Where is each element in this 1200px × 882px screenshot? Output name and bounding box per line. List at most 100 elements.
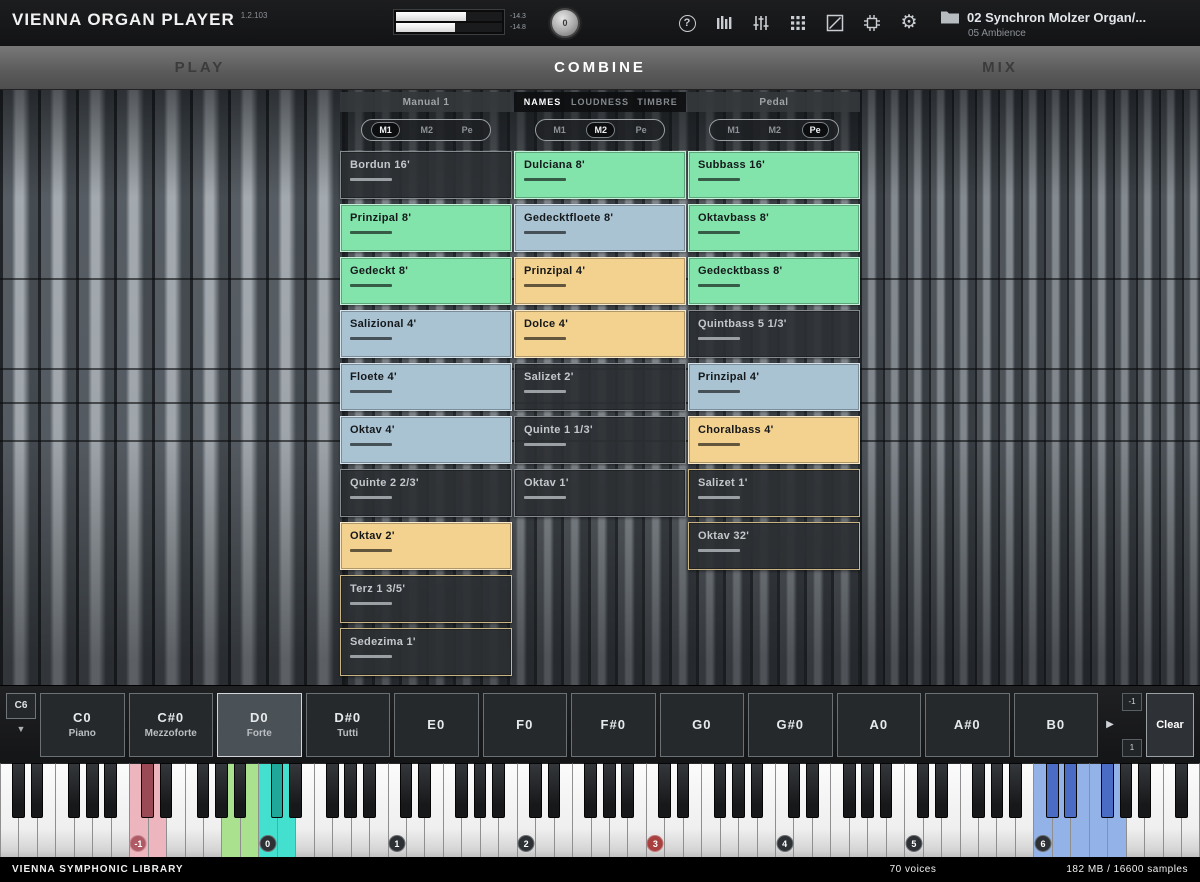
keyswitch-g0[interactable]: G0: [660, 693, 745, 757]
piano-black-key[interactable]: [326, 763, 339, 818]
matrix-grid-icon[interactable]: [788, 13, 808, 33]
preset-selector[interactable]: 02 Synchron Molzer Organ/... 05 Ambience: [940, 7, 1190, 39]
tab-pedal[interactable]: Pedal: [688, 92, 860, 112]
midi-chip-icon[interactable]: [862, 13, 882, 33]
piano-black-key[interactable]: [197, 763, 210, 818]
piano-black-key[interactable]: [714, 763, 727, 818]
piano-black-key[interactable]: [861, 763, 874, 818]
piano-black-key[interactable]: [363, 763, 376, 818]
tab-play[interactable]: PLAY: [0, 46, 400, 89]
stop-m1-salizional-4[interactable]: Salizional 4': [340, 310, 512, 358]
curve-editor-icon[interactable]: [825, 13, 845, 33]
help-icon[interactable]: ?: [677, 13, 697, 33]
stop-volume-slider[interactable]: [524, 496, 566, 499]
chevron-down-icon[interactable]: ▼: [6, 724, 36, 734]
piano-black-key[interactable]: [86, 763, 99, 818]
tab-manual-1[interactable]: Manual 1: [340, 92, 512, 112]
piano-black-key[interactable]: [1120, 763, 1133, 818]
piano-black-key[interactable]: [1138, 763, 1151, 818]
piano-black-key[interactable]: [234, 763, 247, 818]
piano-black-key[interactable]: [1009, 763, 1022, 818]
stop-volume-slider[interactable]: [698, 549, 740, 552]
keyswitch-c0[interactable]: C0Piano: [40, 693, 125, 757]
octave-shift-down-button[interactable]: 1: [1122, 739, 1142, 757]
piano-black-key[interactable]: [621, 763, 634, 818]
piano-black-key[interactable]: [160, 763, 173, 818]
stop-m2-quinte-1-1-3[interactable]: Quinte 1 1/3': [514, 416, 686, 464]
piano-black-key[interactable]: [603, 763, 616, 818]
stop-volume-slider[interactable]: [698, 231, 740, 234]
stop-pedal-subbass-16[interactable]: Subbass 16': [688, 151, 860, 199]
piano-black-key[interactable]: [215, 763, 228, 818]
stop-volume-slider[interactable]: [524, 390, 566, 393]
piano-black-key[interactable]: [732, 763, 745, 818]
piano-black-key[interactable]: [1046, 763, 1059, 818]
toggle-m2-m2[interactable]: M2: [587, 123, 614, 137]
piano-black-key[interactable]: [141, 763, 154, 818]
stop-volume-slider[interactable]: [350, 443, 392, 446]
settings-gear-icon[interactable]: ⚙: [899, 13, 919, 33]
stop-volume-slider[interactable]: [350, 337, 392, 340]
stop-volume-slider[interactable]: [698, 390, 740, 393]
piano-black-key[interactable]: [474, 763, 487, 818]
piano-black-key[interactable]: [104, 763, 117, 818]
master-volume-knob[interactable]: 0: [550, 8, 580, 38]
clear-button[interactable]: Clear: [1146, 693, 1194, 757]
stop-volume-slider[interactable]: [698, 284, 740, 287]
keyswitch-g-0[interactable]: G#0: [748, 693, 833, 757]
stop-m1-sedezima-1[interactable]: Sedezima 1': [340, 628, 512, 676]
stop-m1-floete-4[interactable]: Floete 4': [340, 363, 512, 411]
stop-volume-slider[interactable]: [698, 178, 740, 181]
stop-volume-slider[interactable]: [524, 443, 566, 446]
piano-black-key[interactable]: [271, 763, 284, 818]
keyswitch-a-0[interactable]: A#0: [925, 693, 1010, 757]
stop-volume-slider[interactable]: [524, 178, 566, 181]
stop-m2-dulciana-8[interactable]: Dulciana 8': [514, 151, 686, 199]
stop-volume-slider[interactable]: [350, 602, 392, 605]
stop-m1-bordun-16[interactable]: Bordun 16': [340, 151, 512, 199]
piano-black-key[interactable]: [1101, 763, 1114, 818]
piano-black-key[interactable]: [584, 763, 597, 818]
stop-volume-slider[interactable]: [698, 443, 740, 446]
toggle-pedal-m2[interactable]: M2: [761, 123, 788, 137]
keyswitch-c-0[interactable]: C#0Mezzoforte: [129, 693, 214, 757]
stop-m1-gedeckt-8[interactable]: Gedeckt 8': [340, 257, 512, 305]
piano-black-key[interactable]: [658, 763, 671, 818]
piano-black-key[interactable]: [677, 763, 690, 818]
stop-m2-dolce-4[interactable]: Dolce 4': [514, 310, 686, 358]
piano-black-key[interactable]: [917, 763, 930, 818]
piano-black-key[interactable]: [31, 763, 44, 818]
piano-black-key[interactable]: [1175, 763, 1188, 818]
piano-black-key[interactable]: [843, 763, 856, 818]
piano-black-key[interactable]: [935, 763, 948, 818]
stop-volume-slider[interactable]: [698, 496, 740, 499]
piano-black-key[interactable]: [418, 763, 431, 818]
stop-pedal-choralbass-4[interactable]: Choralbass 4': [688, 416, 860, 464]
piano-black-key[interactable]: [12, 763, 25, 818]
stop-m1-prinzipal-8[interactable]: Prinzipal 8': [340, 204, 512, 252]
piano-black-key[interactable]: [548, 763, 561, 818]
toggle-m1-m2[interactable]: M2: [413, 123, 440, 137]
piano-black-key[interactable]: [289, 763, 302, 818]
keyswitch-e0[interactable]: E0: [394, 693, 479, 757]
stop-m2-prinzipal-4[interactable]: Prinzipal 4': [514, 257, 686, 305]
octave-shift-up-button[interactable]: -1: [1122, 693, 1142, 711]
piano-black-key[interactable]: [400, 763, 413, 818]
stop-pedal-quintbass-5-1-3[interactable]: Quintbass 5 1/3': [688, 310, 860, 358]
keyswitch-f0[interactable]: F0: [483, 693, 568, 757]
stop-m1-quinte-2-2-3[interactable]: Quinte 2 2/3': [340, 469, 512, 517]
keyswitch-next-arrow[interactable]: ▶: [1102, 693, 1118, 757]
toggle-m2-pe[interactable]: Pe: [629, 123, 654, 137]
piano-black-key[interactable]: [529, 763, 542, 818]
stop-m2-gedecktfloete-8[interactable]: Gedecktfloete 8': [514, 204, 686, 252]
stop-volume-slider[interactable]: [350, 549, 392, 552]
piano-black-key[interactable]: [880, 763, 893, 818]
stop-volume-slider[interactable]: [698, 337, 740, 340]
toggle-pedal-pe[interactable]: Pe: [803, 123, 828, 137]
piano-black-key[interactable]: [788, 763, 801, 818]
stop-m2-oktav-1[interactable]: Oktav 1': [514, 469, 686, 517]
mixer-sliders-icon[interactable]: [751, 13, 771, 33]
tab-mix[interactable]: MIX: [800, 46, 1200, 89]
toggle-pedal-m1[interactable]: M1: [720, 123, 747, 137]
stop-volume-slider[interactable]: [350, 655, 392, 658]
